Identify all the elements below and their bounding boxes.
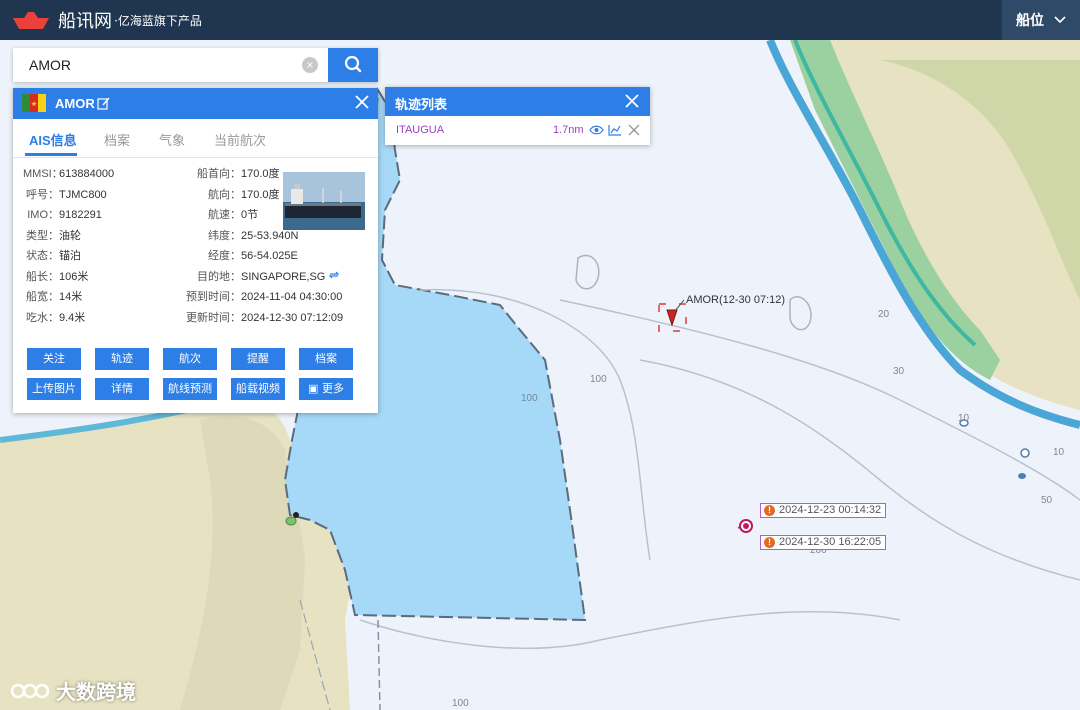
track-panel-header: 轨迹列表: [385, 87, 650, 116]
watermark: 大数跨境: [10, 676, 136, 705]
chevron-down-icon: [1054, 13, 1066, 27]
ship-panel-header: AMOR: [13, 88, 378, 119]
more-button[interactable]: ▣ 更多: [299, 378, 353, 400]
warning-icon: !: [764, 505, 775, 516]
search-box: ×: [13, 48, 378, 82]
search-button[interactable]: [328, 48, 378, 82]
action-row-1: 关注 轨迹 航次 提醒 档案: [27, 348, 367, 370]
depth-label: 100: [590, 374, 607, 385]
ship-position-menu[interactable]: 船位: [1002, 0, 1080, 40]
brand-name: 船讯网: [58, 11, 112, 32]
info-row: 更新时间：2024-12-30 07:12:09: [186, 311, 344, 324]
upload-photo-button[interactable]: 上传图片: [27, 378, 81, 400]
port-marker: [293, 512, 299, 518]
eye-icon[interactable]: [589, 124, 604, 139]
ship-name: AMOR: [55, 96, 95, 111]
brand-tagline: ·亿海蓝旗下产品: [114, 13, 202, 28]
warning-icon: !: [764, 537, 775, 548]
info-row: 预到时间：2024-11-04 04:30:00: [186, 291, 343, 303]
active-tab-indicator: [25, 153, 77, 156]
info-row: IMO：9182291: [27, 209, 102, 221]
voyage-button[interactable]: 航次: [163, 348, 217, 370]
chart-icon[interactable]: [608, 124, 622, 139]
search-icon: [344, 55, 362, 73]
info-row: 吃水：9.4米: [26, 311, 86, 324]
logo[interactable]: 船讯网 ·亿海蓝旗下产品: [12, 7, 202, 33]
tab-archive[interactable]: 档案: [104, 130, 130, 149]
follow-button[interactable]: 关注: [27, 348, 81, 370]
track-distance: 1.7nm: [553, 124, 584, 136]
info-row: 经度：56-54.025E: [208, 250, 298, 262]
info-row: 船宽：14米: [26, 291, 83, 303]
info-row: 类型：油轮: [26, 229, 81, 242]
more-icon: ▣: [308, 382, 319, 395]
close-icon[interactable]: [354, 94, 370, 113]
ship-icon: [13, 12, 49, 29]
info-row: 目的地：SINGAPORE,SG: [183, 267, 343, 288]
info-row: MMSI：613884000: [23, 168, 115, 180]
edit-icon[interactable]: [97, 97, 110, 113]
tab-ais-info[interactable]: AIS信息: [29, 130, 77, 149]
depth-label: 100: [452, 698, 469, 709]
watermark-text: 大数跨境: [56, 680, 136, 704]
search-input[interactable]: [13, 48, 309, 82]
track-button[interactable]: 轨迹: [95, 348, 149, 370]
track-point-label[interactable]: ! 2024-12-23 00:14:32: [760, 503, 887, 518]
depth-label: 100: [521, 393, 538, 404]
depth-label: 10: [958, 413, 970, 424]
depth-label: 30: [893, 366, 905, 377]
track-list-item[interactable]: ITAUGUA 1.7nm: [385, 116, 650, 145]
tab-weather[interactable]: 气象: [159, 130, 185, 149]
tab-current-voyage[interactable]: 当前航次: [214, 130, 266, 149]
info-row: 状态：锚泊: [26, 250, 81, 262]
menu-label: 船位: [1016, 12, 1044, 28]
track-name: ITAUGUA: [396, 124, 445, 136]
watermark-logo-icon: [10, 683, 50, 698]
archive-button[interactable]: 档案: [299, 348, 353, 370]
ship-info-panel: AMOR AIS信息 档案 气象 当前航次 MMSI：613884000 呼号：…: [13, 88, 378, 413]
remove-icon[interactable]: [628, 124, 640, 139]
close-icon[interactable]: [624, 93, 640, 112]
info-row: 船长：106米: [26, 270, 89, 283]
depth-label: 10: [1053, 447, 1065, 458]
reminder-button[interactable]: 提醒: [231, 348, 285, 370]
ship-tabs: AIS信息 档案 气象 当前航次: [13, 119, 378, 158]
ship-photo[interactable]: [283, 172, 365, 230]
onboard-video-button[interactable]: 船载视频: [231, 378, 285, 400]
depth-label: 20: [878, 309, 890, 320]
cameroon-flag: [22, 94, 46, 112]
route-prediction-button[interactable]: 航线预测: [163, 378, 217, 400]
depth-label: 50: [1041, 495, 1053, 506]
top-bar: 船讯网 ·亿海蓝旗下产品 船位: [0, 0, 1080, 40]
ship-marker-label[interactable]: AMOR(12-30 07:12): [686, 294, 785, 306]
track-panel-title: 轨迹列表: [395, 98, 448, 113]
info-row: 呼号：TJMC800: [26, 188, 107, 201]
refresh-icon[interactable]: [328, 271, 340, 283]
action-row-2: 上传图片 详情 航线预测 船载视频 ▣ 更多: [27, 378, 367, 400]
ais-info-left: MMSI：613884000 呼号：TJMC800 IMO：9182291 类型…: [23, 164, 114, 328]
track-point-label[interactable]: ! 2024-12-30 16:22:05: [760, 535, 887, 550]
port-marker-green: [285, 516, 297, 526]
track-list-panel: 轨迹列表 ITAUGUA 1.7nm: [385, 87, 650, 145]
details-button[interactable]: 详情: [95, 378, 149, 400]
clear-icon[interactable]: ×: [302, 57, 318, 73]
